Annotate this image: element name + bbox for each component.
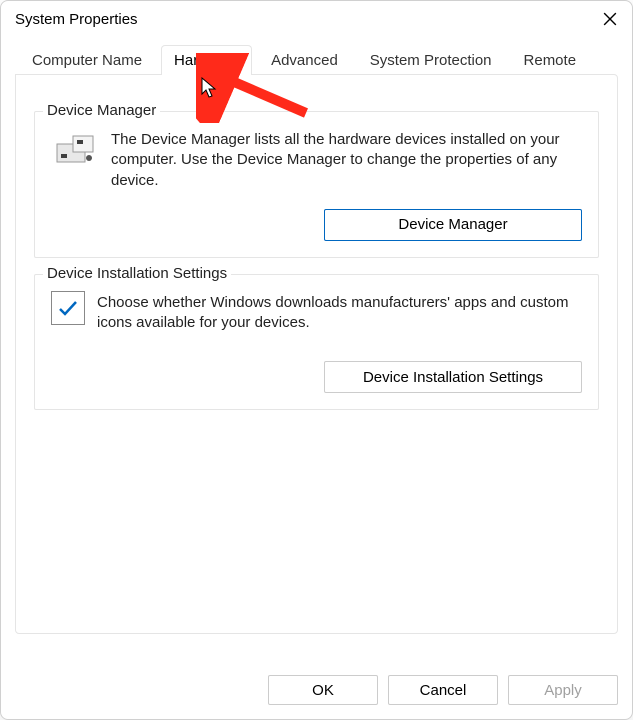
group-device-installation: Device Installation Settings Choose whet… (34, 274, 599, 411)
group-device-manager-title: Device Manager (43, 102, 160, 119)
window-title: System Properties (15, 11, 138, 28)
cancel-button[interactable]: Cancel (388, 675, 498, 705)
close-button[interactable] (600, 9, 620, 29)
ok-button[interactable]: OK (268, 675, 378, 705)
group-device-manager: Device Manager The Device Manager lists … (34, 111, 599, 258)
tab-panel-hardware: Device Manager The Device Manager lists … (15, 74, 618, 634)
tab-system-protection[interactable]: System Protection (357, 45, 505, 75)
tab-advanced[interactable]: Advanced (258, 45, 351, 75)
close-icon (603, 12, 617, 26)
device-installation-settings-button[interactable]: Device Installation Settings (324, 361, 582, 393)
device-installation-row: Choose whether Windows downloads manufac… (51, 293, 582, 334)
hardware-icon (51, 126, 99, 174)
titlebar: System Properties (1, 1, 632, 37)
device-installation-description: Choose whether Windows downloads manufac… (97, 293, 582, 334)
tab-hardware[interactable]: Hardware (161, 45, 252, 75)
device-manager-description: The Device Manager lists all the hardwar… (111, 130, 582, 191)
device-manager-row: The Device Manager lists all the hardwar… (51, 130, 582, 191)
tab-strip: Computer Name Hardware Advanced System P… (19, 45, 618, 74)
check-icon (57, 297, 79, 319)
device-manager-icon (51, 126, 99, 174)
tab-remote[interactable]: Remote (511, 45, 590, 75)
apply-button[interactable]: Apply (508, 675, 618, 705)
device-manager-button[interactable]: Device Manager (324, 209, 582, 241)
installation-checkbox-icon (51, 291, 85, 325)
tab-computer-name[interactable]: Computer Name (19, 45, 155, 75)
dialog-buttons: OK Cancel Apply (268, 675, 618, 705)
client-area: Computer Name Hardware Advanced System P… (1, 37, 632, 648)
group-device-installation-title: Device Installation Settings (43, 265, 231, 282)
